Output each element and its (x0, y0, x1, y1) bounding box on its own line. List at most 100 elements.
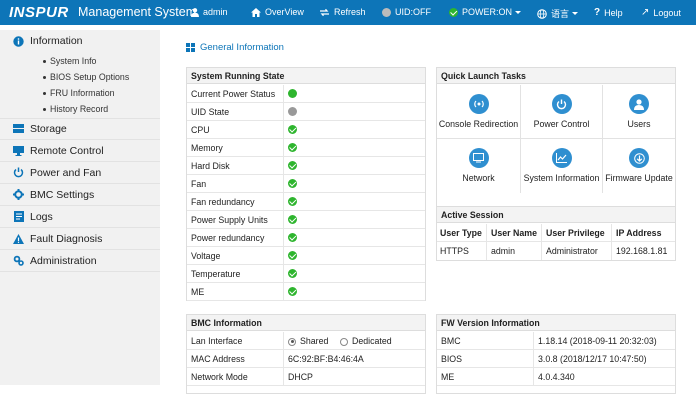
subitem-fru-information[interactable]: FRU Information (43, 88, 115, 98)
status-label: Fan redundancy (191, 197, 255, 207)
sidebar-item-bmc-settings[interactable]: BMC Settings (0, 184, 160, 206)
launch-power-control[interactable]: Power Control (521, 85, 603, 139)
page-title-text: General Information (200, 42, 284, 53)
power-menu[interactable]: POWER:ON (449, 7, 522, 17)
page-title: General Information (186, 42, 284, 53)
bmc-info-title: BMC Information (187, 315, 425, 331)
launch-label: Firmware Update (605, 173, 673, 183)
quick-launch-title: Quick Launch Tasks (437, 68, 675, 84)
ok-check-icon (288, 179, 297, 188)
status-row: Current Power Status (187, 85, 425, 103)
launch-system-information[interactable]: System Information (521, 139, 603, 193)
status-label: Voltage (191, 251, 221, 261)
divider (283, 368, 284, 386)
launch-label: Console Redirection (438, 119, 519, 129)
user-name: admin (203, 7, 228, 17)
subitem-system-info[interactable]: System Info (43, 56, 96, 66)
refresh-button[interactable]: Refresh (319, 7, 366, 17)
sidebar-item-power-and-fan[interactable]: Power and Fan (0, 162, 160, 184)
subitem-history-record[interactable]: History Record (43, 104, 108, 114)
sidebar-item-logs[interactable]: Logs (0, 206, 160, 228)
lan-shared-option[interactable]: Shared (288, 336, 328, 346)
uid-toggle[interactable]: UID:OFF (382, 7, 431, 17)
running-state-panel: System Running State Current Power Statu… (186, 67, 426, 301)
launch-firmware-update[interactable]: Firmware Update (603, 139, 675, 193)
fw-label: BIOS (441, 354, 463, 364)
sidebar-item-label: Information (30, 35, 83, 47)
status-row: CPU (187, 121, 425, 139)
launch-network[interactable]: Network (437, 139, 521, 193)
divider (611, 224, 612, 260)
sidebar-item-label: BMC Settings (30, 188, 95, 201)
status-label: Current Power Status (191, 89, 276, 99)
ok-check-icon (288, 161, 297, 170)
divider (283, 103, 284, 121)
sidebar-item-label: Storage (30, 123, 67, 135)
logout-button[interactable]: ↗ Logout (641, 7, 681, 18)
status-row: Power Supply Units (187, 211, 425, 229)
fw-value: 1.18.14 (2018-09-11 20:32:03) (538, 336, 657, 346)
help-label: Help (604, 7, 623, 18)
power-label: POWER:ON (462, 7, 513, 17)
divider (283, 283, 284, 301)
status-label: Hard Disk (191, 161, 230, 171)
radio-dedicated[interactable] (340, 337, 348, 346)
ok-check-icon (288, 125, 297, 134)
settings-icon (13, 189, 24, 200)
status-label: Power Supply Units (191, 215, 268, 225)
launch-label: Users (627, 119, 651, 129)
fw-version-title: FW Version Information (437, 315, 675, 331)
launch-users[interactable]: Users (603, 85, 675, 139)
divider (283, 157, 284, 175)
sidebar-item-remote-control[interactable]: Remote Control (0, 140, 160, 162)
launch-label: Power Control (533, 119, 590, 129)
status-row: Voltage (187, 247, 425, 265)
status-row: Power redundancy (187, 229, 425, 247)
lan-interface-label: Lan Interface (191, 336, 243, 346)
fw-label: BMC (441, 336, 461, 346)
uid-label: UID:OFF (395, 7, 431, 17)
divider (283, 139, 284, 157)
fw-row-me: ME 4.0.4.340 (437, 368, 675, 386)
storage-icon (13, 124, 24, 135)
brand-logo: INSPUR (9, 4, 69, 21)
ok-check-icon (288, 269, 297, 278)
radio-shared[interactable] (288, 337, 296, 346)
ok-check-icon (288, 215, 297, 224)
lan-dedicated-label: Dedicated (352, 336, 392, 346)
divider (283, 265, 284, 283)
top-bar: INSPUR Management System admin OverView … (0, 0, 696, 25)
overview-button[interactable]: OverView (251, 7, 304, 17)
sidebar-item-fault-diagnosis[interactable]: Fault Diagnosis (0, 228, 160, 250)
users-icon (629, 94, 649, 114)
sidebar-item-information[interactable]: Information (0, 30, 160, 52)
status-row: Fan redundancy (187, 193, 425, 211)
sidebar-item-label: Logs (30, 210, 53, 223)
session-ip-address: 192.168.1.81 (616, 246, 668, 256)
active-session-panel: Active Session User Type User Name User … (436, 206, 676, 261)
admin-gear-icon (13, 255, 24, 266)
grid-icon (186, 43, 195, 52)
mac-address-value: 6C:92:BF:B4:46:4A (288, 354, 364, 364)
firmware-update-icon (629, 148, 649, 168)
help-button[interactable]: ? Help (594, 7, 623, 18)
power-control-icon (551, 94, 572, 114)
launch-console-redirection[interactable]: Console Redirection (437, 85, 521, 139)
power-status-icon (449, 7, 458, 17)
system-information-icon (551, 148, 572, 168)
status-row: Temperature (187, 265, 425, 283)
user-menu[interactable]: admin (191, 7, 228, 17)
divider (283, 229, 284, 247)
fw-row-bios: BIOS 3.0.8 (2018/12/17 10:47:50) (437, 350, 675, 368)
power-on-indicator-icon (288, 89, 297, 98)
language-menu[interactable]: 语言 (537, 7, 579, 20)
sidebar-item-administration[interactable]: Administration (0, 250, 160, 272)
subitem-bios-setup-options[interactable]: BIOS Setup Options (43, 72, 129, 82)
lan-dedicated-option[interactable]: Dedicated (340, 336, 392, 346)
sidebar-item-storage[interactable]: Storage (0, 118, 160, 140)
status-label: Power redundancy (191, 233, 265, 243)
fw-label: ME (441, 372, 455, 382)
logs-icon (13, 211, 24, 222)
status-label: CPU (191, 125, 210, 135)
network-mode-label: Network Mode (191, 372, 248, 382)
